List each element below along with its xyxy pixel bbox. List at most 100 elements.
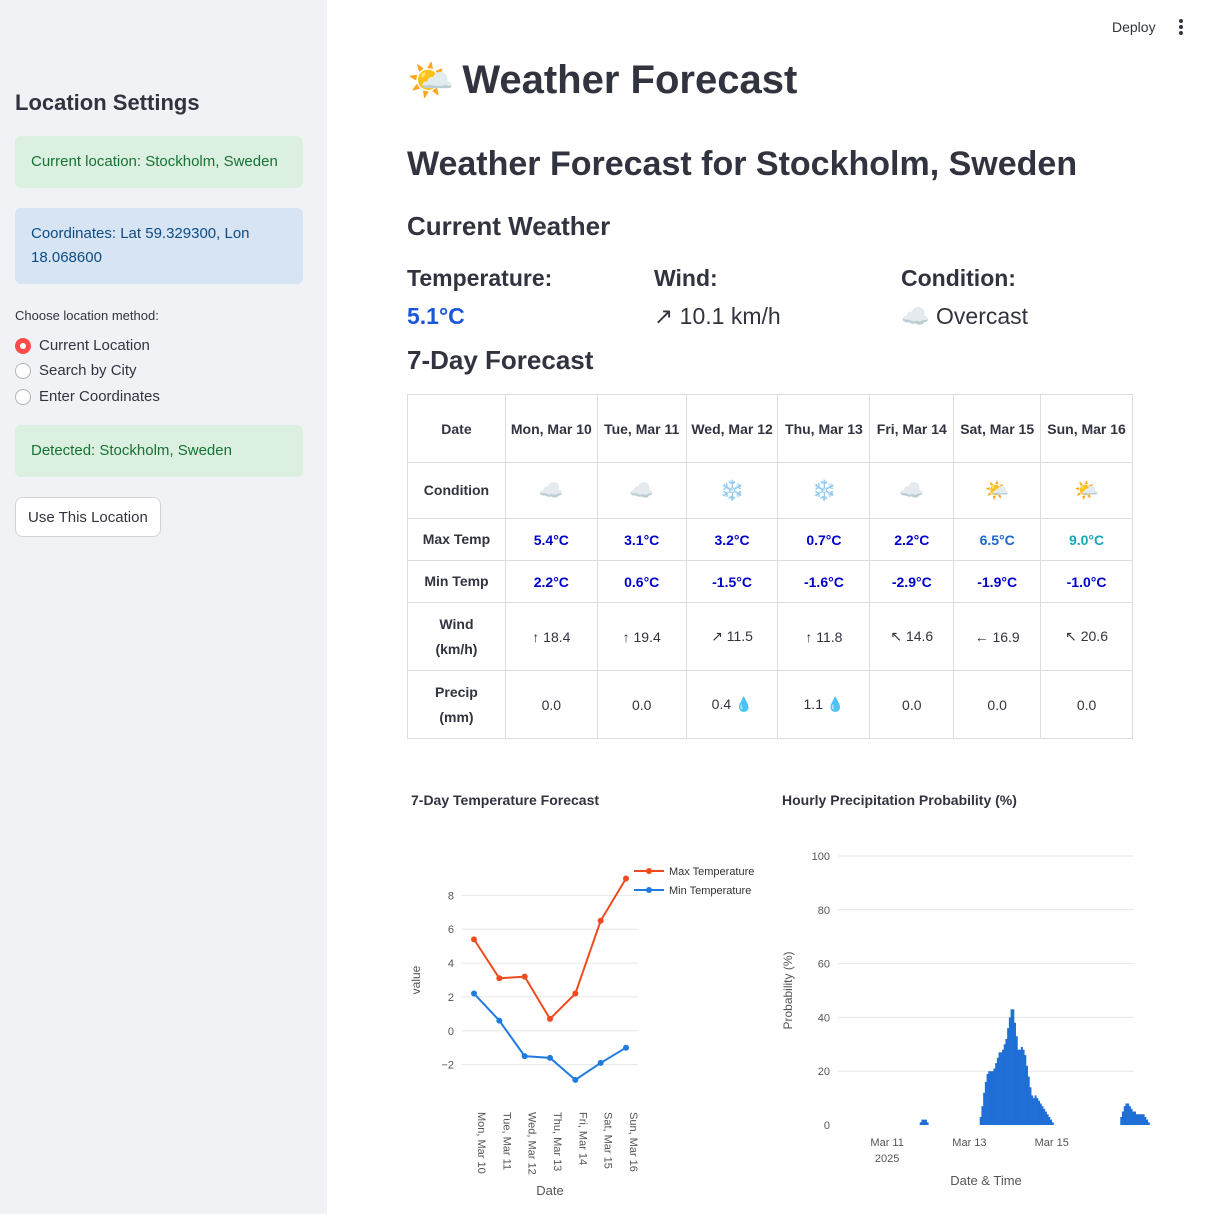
forecast-table: Date Mon, Mar 10 Tue, Mar 11 Wed, Mar 12… [407,394,1133,739]
table-cell: ↑ 18.4 [504,602,598,671]
precip-bar [1048,1116,1051,1125]
data-point [471,990,477,997]
table-row-condition: Condition ☁️ ☁️ ❄️ ❄️ ☁️ 🌤️ 🌤️ [407,462,1133,519]
wind-label: Wind: [654,265,718,291]
sidebar: Location Settings Current location: Stoc… [0,0,327,1214]
series-line-max [473,877,627,1021]
x-tick-label: Sun, Mar 16 [627,1112,639,1172]
temperature-chart[interactable]: −2 0 2 4 6 8 value Mon, Mar 10 Tue, Mar 11 Wed, M… [400,840,770,1210]
data-point [597,1059,604,1066]
precip-bar [924,1119,927,1125]
precip-bar [1137,1114,1140,1125]
radio-selected-icon [15,337,31,354]
data-point [572,1076,579,1083]
table-cell: -1.0°C [1040,560,1133,603]
precip-bar [1142,1114,1145,1125]
precip-bar [981,1106,984,1125]
precip-bar [1140,1114,1143,1125]
precip-bar [1027,1076,1030,1125]
precip-bar [1010,1009,1013,1125]
precip-bar [1044,1111,1047,1125]
table-cell: 0.7°C [777,518,871,561]
precip-bar [984,1081,987,1125]
temperature-label: Temperature: [407,265,553,291]
row-label: Min Temp [407,560,506,603]
snowflake-icon: ❄️ [777,462,871,519]
precipitation-chart[interactable]: 0 20 40 60 80 100 Probability (%) Mar 11 2025 Mar… [772,840,1152,1210]
y-tick-label: 2 [448,992,454,1004]
precip-bar [1041,1106,1044,1125]
y-tick-label: −2 [441,1060,454,1072]
cloud-icon: ☁️ [869,462,955,519]
seven-day-heading: 7-Day Forecast [407,345,594,375]
precip-bar [1020,1046,1023,1125]
precip-bar [1015,1036,1018,1125]
y-tick-label: 20 [818,1066,830,1078]
use-location-button[interactable]: Use This Location [15,497,161,537]
precip-bar [1005,1038,1008,1125]
legend-label: Min Temperature [669,885,751,897]
precip-bar [1128,1106,1131,1125]
coordinates-alert: Coordinates: Lat 59.329300, Lon 18.06860… [15,208,303,284]
data-point [521,973,528,980]
radio-current-location[interactable]: Current Location [15,337,150,354]
precip-bar [1043,1108,1046,1125]
precip-bar [1026,1065,1029,1125]
precip-bar [1046,1114,1049,1125]
table-row-min-temp: Min Temp 2.2°C 0.6°C -1.5°C -1.6°C -2.9°… [407,560,1133,603]
y-tick-label: 100 [812,851,830,863]
y-tick-label: 60 [818,959,830,971]
x-axis-label: Date & Time [950,1173,1022,1188]
temperature-value: 5.1°C [407,303,465,329]
y-tick-label: 80 [818,905,830,917]
table-cell: 0.0 [1040,670,1133,739]
table-cell: -2.9°C [869,560,955,603]
radio-search-city[interactable]: Search by City [15,362,137,379]
data-point [597,917,604,924]
precip-bar [998,1052,1001,1125]
data-point [623,1044,629,1051]
precip-bar [1032,1098,1035,1125]
table-cell: 3.2°C [685,518,779,561]
precip-bar [996,1057,999,1125]
precip-bar [1029,1087,1032,1125]
page-title: 🌤️ Weather Forecast [407,58,797,103]
precip-bar [923,1119,926,1125]
kebab-menu-icon[interactable] [1176,19,1186,35]
data-point [547,1015,553,1022]
data-point [521,1053,528,1060]
row-label: Wind (km/h) [407,602,506,671]
forecast-subtitle: Weather Forecast for Stockholm, Sweden [407,145,1078,183]
radio-label-current: Current Location [39,337,150,354]
table-cell: ↗ 11.5 [685,602,779,671]
sun-cloud-icon: 🌤️ [407,59,455,102]
table-cell: ↖ 20.6 [1040,602,1133,671]
table-header-cell: Thu, Mar 13 [777,394,871,463]
table-row-precip: Precip (mm) 0.0 0.0 0.4 💧 1.1 💧 0.0 0.0 … [407,670,1133,739]
series-line-min [473,992,627,1082]
radio-enter-coordinates[interactable]: Enter Coordinates [15,388,160,405]
precip-bar [1017,1049,1020,1125]
condition-label: Condition: [901,265,1016,291]
row-label: Precip (mm) [407,670,506,739]
table-cell: 9.0°C [1040,518,1133,561]
precip-bar [1120,1116,1123,1125]
current-location-alert: Current location: Stockholm, Sweden [15,136,303,188]
x-tick-label: Tue, Mar 11 [500,1112,512,1170]
page-title-text: Weather Forecast [462,58,798,102]
legend-marker [646,868,652,874]
deploy-button[interactable]: Deploy [1112,19,1156,35]
precip-bar [1038,1100,1041,1125]
data-point [547,1054,553,1061]
radio-unselected-icon [15,388,31,405]
x-tick-label: Fri, Mar 14 [576,1112,588,1165]
table-cell: ↖ 14.6 [869,602,955,671]
detected-alert: Detected: Stockholm, Sweden [15,425,303,477]
y-tick-label: 6 [448,924,454,936]
precip-bar [1034,1095,1037,1125]
precip-bar [990,1071,993,1125]
precip-bar [1039,1103,1042,1125]
precip-bar [1002,1049,1005,1125]
precip-bar [1014,1022,1017,1125]
table-cell: 0.6°C [596,560,687,603]
